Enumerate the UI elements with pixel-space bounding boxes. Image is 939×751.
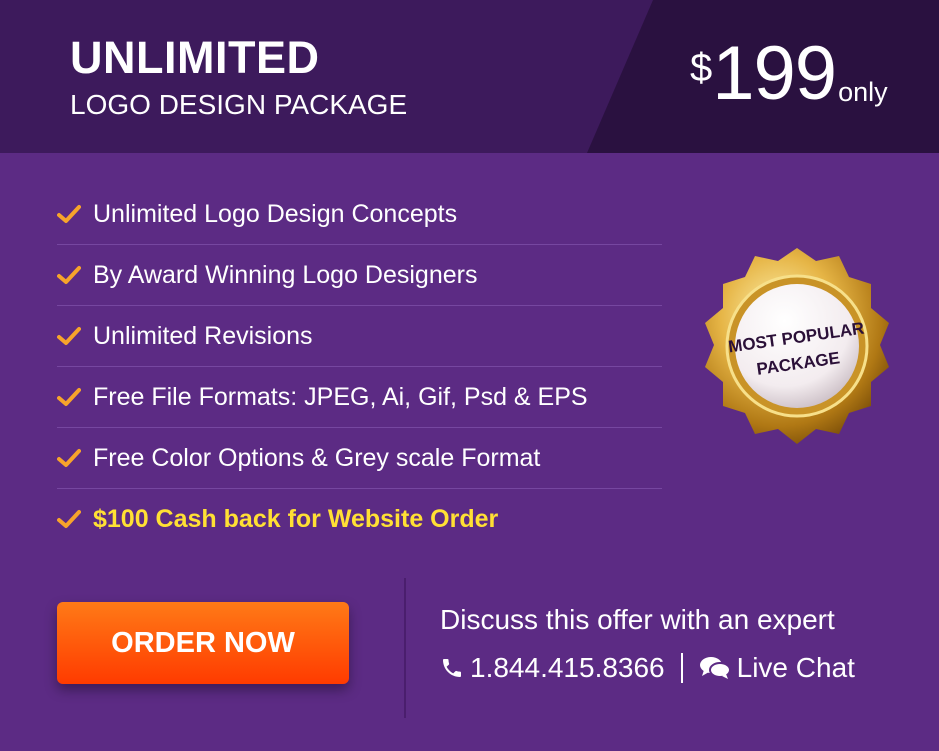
check-icon xyxy=(57,205,81,223)
contact-separator xyxy=(680,653,683,683)
feature-text: By Award Winning Logo Designers xyxy=(93,260,478,289)
feature-item: Free Color Options & Grey scale Format xyxy=(57,428,662,489)
feature-item: Free File Formats: JPEG, Ai, Gif, Psd & … xyxy=(57,367,662,428)
package-card: UNLIMITED LOGO DESIGN PACKAGE $ 199 only… xyxy=(0,0,939,751)
check-icon xyxy=(57,327,81,345)
feature-item-highlight: $100 Cash back for Website Order xyxy=(57,489,662,549)
feature-text: Free Color Options & Grey scale Format xyxy=(93,443,541,472)
discuss-text: Discuss this offer with an expert xyxy=(440,604,835,635)
phone-number: 1.844.415.8366 xyxy=(470,652,665,683)
feature-item: Unlimited Logo Design Concepts xyxy=(57,184,662,245)
package-subtitle: LOGO DESIGN PACKAGE xyxy=(70,89,408,120)
order-now-button[interactable]: ORDER NOW xyxy=(57,602,349,684)
live-chat-link[interactable]: Live Chat xyxy=(699,652,855,684)
seal-badge-icon: MOST POPULAR PACKAGE xyxy=(705,248,889,444)
feature-item: Unlimited Revisions xyxy=(57,306,662,367)
feature-text: Free File Formats: JPEG, Ai, Gif, Psd & … xyxy=(93,382,588,411)
phone-link[interactable]: 1.844.415.8366 xyxy=(440,652,665,684)
feature-text: Unlimited Logo Design Concepts xyxy=(93,199,458,228)
check-icon xyxy=(57,449,81,467)
package-header: UNLIMITED LOGO DESIGN PACKAGE $ 199 only xyxy=(0,0,939,153)
price-suffix: only xyxy=(838,77,888,107)
feature-item: By Award Winning Logo Designers xyxy=(57,245,662,306)
phone-icon xyxy=(443,659,461,677)
package-price: $ 199 only xyxy=(690,34,888,114)
price-amount: 199 xyxy=(712,31,837,116)
check-icon xyxy=(57,510,81,528)
chat-icon xyxy=(699,657,731,679)
cashback-text: $100 Cash back for Website Order xyxy=(93,504,499,533)
cta-divider xyxy=(404,578,406,718)
feature-text: Unlimited Revisions xyxy=(93,321,313,350)
check-icon xyxy=(57,388,81,406)
price-currency: $ xyxy=(690,46,713,90)
contact-row: 1.844.415.8366 Live Chat xyxy=(440,652,855,684)
feature-list: Unlimited Logo Design Concepts By Award … xyxy=(57,184,662,549)
package-title: UNLIMITED xyxy=(70,32,320,83)
check-icon xyxy=(57,266,81,284)
live-chat-label: Live Chat xyxy=(736,652,855,683)
